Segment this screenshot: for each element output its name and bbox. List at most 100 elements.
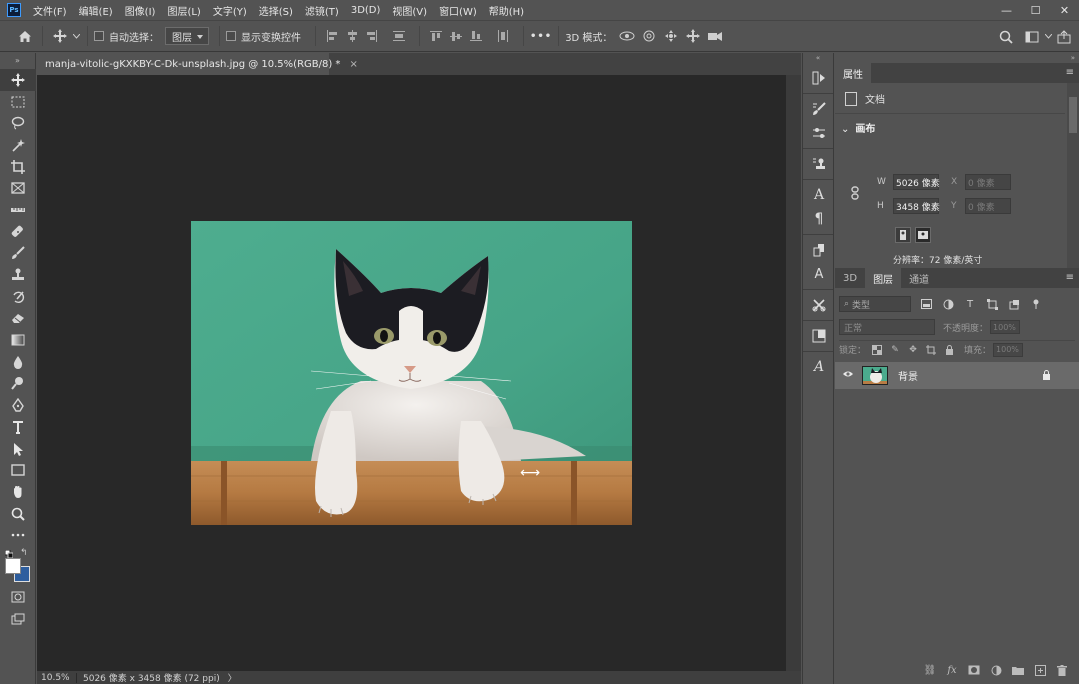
menu-layer[interactable]: 图层(L) <box>161 3 206 18</box>
history-panel-icon[interactable] <box>803 66 835 90</box>
height-field[interactable]: 3458 像素 <box>893 198 940 214</box>
smart-object-filter-icon[interactable] <box>1007 297 1021 311</box>
gradient-tool-icon[interactable] <box>0 329 36 351</box>
delete-layer-icon[interactable] <box>1051 664 1073 676</box>
menu-view[interactable]: 视图(V) <box>386 3 433 18</box>
minimize-button[interactable]: — <box>992 0 1021 20</box>
paragraph-styles-icon[interactable] <box>803 238 835 262</box>
align-right-icon[interactable] <box>363 28 381 44</box>
canvas-section-header[interactable]: ⌄ 画布 <box>841 120 875 135</box>
swap-colors-icon[interactable]: ↰ <box>20 548 28 558</box>
eraser-tool-icon[interactable] <box>0 308 36 330</box>
default-colors-icon[interactable] <box>4 548 14 559</box>
y-field[interactable]: 0 像素 <box>965 198 1011 214</box>
filter-toggle-icon[interactable] <box>1029 297 1043 311</box>
adjustments-panel-icon[interactable] <box>803 121 835 145</box>
close-tab-button[interactable]: × <box>349 59 357 70</box>
auto-select-dropdown[interactable]: 图层 <box>165 27 209 45</box>
align-vcenter-icon[interactable] <box>447 28 465 44</box>
adjustment-filter-icon[interactable] <box>941 297 955 311</box>
layer-row-background[interactable]: 背景 <box>835 362 1079 389</box>
blend-mode-dropdown[interactable]: 正常 <box>839 319 935 335</box>
healing-brush-tool-icon[interactable] <box>0 221 36 243</box>
distribute-icon[interactable] <box>390 28 408 44</box>
status-menu-arrow[interactable]: 〉 <box>228 671 237 684</box>
shape-filter-icon[interactable] <box>985 297 999 311</box>
adjustment-layer-icon[interactable] <box>985 665 1007 676</box>
eyedropper-tool-icon[interactable] <box>0 199 36 221</box>
hand-tool-icon[interactable] <box>0 481 36 503</box>
lock-artboard-icon[interactable] <box>924 343 938 357</box>
frame-tool-icon[interactable] <box>0 177 36 199</box>
eye-icon[interactable] <box>839 370 857 381</box>
3d-camera-icon[interactable] <box>704 25 726 47</box>
home-icon[interactable] <box>14 25 36 47</box>
landscape-orientation-button[interactable] <box>915 227 931 243</box>
align-hcenter-icon[interactable] <box>343 28 361 44</box>
quick-mask-icon[interactable] <box>0 586 36 608</box>
crop-tool-icon[interactable] <box>0 156 36 178</box>
menu-help[interactable]: 帮助(H) <box>483 3 530 18</box>
scrollbar-thumb[interactable] <box>1069 97 1077 133</box>
type-filter-icon[interactable]: T <box>963 297 977 311</box>
3d-slide-icon[interactable] <box>682 25 704 47</box>
collapse-panels-icon[interactable]: » <box>835 53 1079 63</box>
paragraph-panel-icon[interactable]: ¶ <box>803 207 835 231</box>
document-image[interactable] <box>191 221 632 525</box>
document-tab[interactable]: manja-vitolic-gKXKBY-C-Dk-unsplash.jpg @… <box>37 53 358 75</box>
lock-position-icon[interactable]: ✥ <box>906 343 920 357</box>
search-icon[interactable] <box>995 26 1017 48</box>
blur-tool-icon[interactable] <box>0 351 36 373</box>
magic-wand-tool-icon[interactable] <box>0 134 36 156</box>
history-brush-tool-icon[interactable] <box>0 286 36 308</box>
distribute-horizontal-icon[interactable] <box>494 28 512 44</box>
foreground-color-swatch[interactable] <box>5 558 21 575</box>
chevron-down-icon[interactable] <box>71 25 81 47</box>
3d-roll-icon[interactable] <box>638 25 660 47</box>
lock-icon[interactable] <box>1042 370 1051 383</box>
stamp-tool-icon[interactable] <box>0 264 36 286</box>
panel-menu-icon[interactable]: ≡ <box>1066 67 1074 78</box>
screen-mode-icon[interactable] <box>0 608 36 630</box>
pen-tool-icon[interactable] <box>0 394 36 416</box>
menu-file[interactable]: 文件(F) <box>27 3 73 18</box>
more-options-button[interactable]: ••• <box>530 31 552 42</box>
lock-pixels-icon[interactable]: ✎ <box>888 343 902 357</box>
group-layers-icon[interactable] <box>1007 665 1029 675</box>
properties-scrollbar[interactable] <box>1067 83 1079 268</box>
layer-style-icon[interactable]: fx <box>941 665 963 676</box>
tool-presets-icon[interactable] <box>803 293 835 317</box>
fill-field[interactable]: 100% <box>993 342 1024 357</box>
share-icon[interactable] <box>1053 26 1075 48</box>
brush-settings-icon[interactable] <box>803 97 835 121</box>
character-styles-icon[interactable]: A <box>803 262 835 286</box>
menu-filter[interactable]: 滤镜(T) <box>299 3 345 18</box>
link-layers-icon[interactable]: ⛓ <box>919 665 941 676</box>
opacity-field[interactable]: 100% <box>990 320 1021 334</box>
rectangle-tool-icon[interactable] <box>0 459 36 481</box>
brush-tool-icon[interactable] <box>0 243 36 265</box>
layer-filter-dropdown[interactable]: ⌕ 类型 <box>839 296 911 312</box>
path-selection-tool-icon[interactable] <box>0 438 36 460</box>
tab-properties[interactable]: 属性 <box>835 63 871 83</box>
menu-edit[interactable]: 编辑(E) <box>73 3 119 18</box>
x-field[interactable]: 0 像素 <box>965 174 1011 190</box>
more-tools-icon[interactable] <box>0 524 36 546</box>
3d-orbit-icon[interactable] <box>616 25 638 47</box>
menu-image[interactable]: 图像(I) <box>119 3 162 18</box>
move-tool-icon[interactable] <box>0 69 36 91</box>
properties-panel-icon[interactable] <box>803 324 835 348</box>
close-button[interactable]: ✕ <box>1050 0 1079 20</box>
type-tool-icon[interactable] <box>0 416 36 438</box>
glyphs-panel-icon[interactable]: A <box>803 355 835 379</box>
3d-pan-icon[interactable] <box>660 25 682 47</box>
align-left-icon[interactable] <box>323 28 341 44</box>
show-transform-checkbox[interactable] <box>226 31 236 41</box>
link-dimensions-icon[interactable] <box>850 186 860 203</box>
lock-transparent-icon[interactable] <box>870 343 884 357</box>
tab-3d[interactable]: 3D <box>835 268 865 288</box>
expand-dock-icon[interactable]: « <box>803 53 833 63</box>
panel-menu-icon[interactable]: ≡ <box>1066 272 1074 283</box>
character-panel-icon[interactable]: A <box>803 183 835 207</box>
menu-type[interactable]: 文字(Y) <box>207 3 253 18</box>
